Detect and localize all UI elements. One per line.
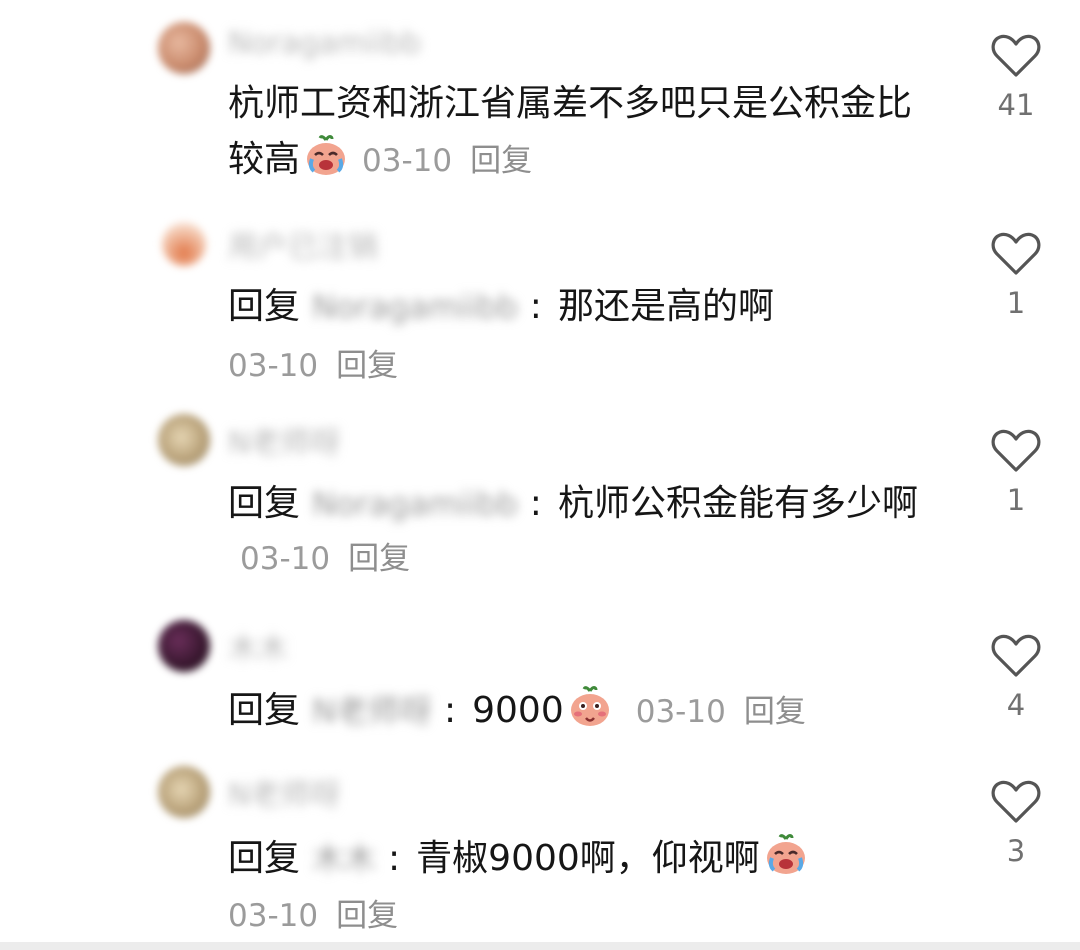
comment-username[interactable]: 木木 bbox=[228, 624, 288, 668]
mention-username[interactable]: 木木 bbox=[300, 840, 388, 878]
comment-body: 回复 N老师呀:9000 03-10 回复 bbox=[228, 682, 918, 739]
comment-date: 03-10 bbox=[362, 143, 453, 179]
heart-outline-icon bbox=[991, 34, 1041, 77]
comment-body: 回复 Noragamiibb: 那还是高的啊 bbox=[228, 280, 918, 334]
comment-text: 9000 bbox=[472, 690, 564, 731]
reply-button[interactable]: 回复 bbox=[470, 143, 532, 179]
colon: : bbox=[529, 286, 542, 327]
reply-button[interactable]: 回复 bbox=[348, 541, 410, 577]
shy-emoji-icon bbox=[570, 686, 609, 726]
like-button[interactable]: 3 bbox=[986, 778, 1046, 868]
comment-username[interactable]: N老师呀 bbox=[228, 418, 340, 462]
reply-prefix: 回复 bbox=[228, 483, 301, 524]
heart-outline-icon bbox=[991, 429, 1041, 472]
like-button[interactable]: 41 bbox=[986, 32, 1046, 122]
colon: : bbox=[443, 690, 457, 731]
comment-date: 03-10 bbox=[228, 898, 319, 934]
comment-meta: 03-10 回复 bbox=[614, 694, 806, 730]
comment-meta: 03-10 回复 bbox=[228, 340, 398, 385]
comment-username[interactable]: 用户已注销 bbox=[228, 222, 378, 266]
avatar[interactable] bbox=[158, 22, 210, 74]
like-count: 41 bbox=[997, 88, 1035, 122]
comment-text: 青椒9000啊，仰视啊 bbox=[416, 838, 760, 879]
heart-outline-icon bbox=[991, 232, 1041, 275]
like-button[interactable]: 1 bbox=[986, 230, 1046, 320]
comment-date: 03-10 bbox=[635, 694, 726, 730]
crying-emoji-icon bbox=[307, 135, 346, 175]
colon: : bbox=[388, 838, 401, 879]
comment-username[interactable]: Noragamiibb bbox=[228, 26, 421, 61]
comment-text: 杭师公积金能有多少啊 bbox=[557, 483, 918, 524]
reply-button[interactable]: 回复 bbox=[744, 694, 806, 730]
crying-emoji-icon bbox=[766, 834, 805, 874]
comment-body: 回复 Noragamiibb: 杭师公积金能有多少啊03-10 回复 bbox=[228, 477, 918, 586]
like-count: 1 bbox=[1006, 483, 1026, 517]
comment-date: 03-10 bbox=[228, 348, 319, 384]
reply-prefix: 回复 bbox=[228, 838, 301, 879]
avatar[interactable] bbox=[158, 414, 210, 466]
reply-prefix: 回复 bbox=[228, 690, 301, 731]
comment-body: 杭师工资和浙江省属差不多吧只是公积金比较高 03-10 回复 bbox=[228, 77, 918, 188]
avatar[interactable] bbox=[158, 620, 210, 672]
like-count: 3 bbox=[1006, 834, 1026, 868]
reply-button[interactable]: 回复 bbox=[336, 898, 398, 934]
comment-meta: 03-10 回复 bbox=[228, 541, 410, 577]
avatar[interactable] bbox=[162, 222, 206, 266]
comment-meta: 03-10 回复 bbox=[350, 143, 532, 179]
like-button[interactable]: 4 bbox=[986, 632, 1046, 722]
comment-body: 回复 木木: 青椒9000啊，仰视啊 bbox=[228, 830, 918, 886]
like-count: 1 bbox=[1006, 286, 1026, 320]
comment-text: 那还是高的啊 bbox=[557, 286, 774, 327]
avatar[interactable] bbox=[158, 766, 210, 818]
mention-username[interactable]: Noragamiibb bbox=[300, 485, 530, 523]
bottom-divider bbox=[0, 942, 1080, 950]
heart-outline-icon bbox=[991, 780, 1041, 823]
heart-outline-icon bbox=[991, 634, 1041, 677]
colon: : bbox=[529, 483, 542, 524]
mention-username[interactable]: N老师呀 bbox=[300, 692, 444, 730]
comment-meta: 03-10 回复 bbox=[228, 890, 398, 935]
like-button[interactable]: 1 bbox=[986, 427, 1046, 517]
comment-date: 03-10 bbox=[240, 541, 331, 577]
like-count: 4 bbox=[1006, 688, 1026, 722]
reply-button[interactable]: 回复 bbox=[336, 348, 398, 384]
mention-username[interactable]: Noragamiibb bbox=[300, 288, 530, 326]
comment-username[interactable]: N老师呀 bbox=[228, 770, 340, 814]
reply-prefix: 回复 bbox=[228, 286, 301, 327]
